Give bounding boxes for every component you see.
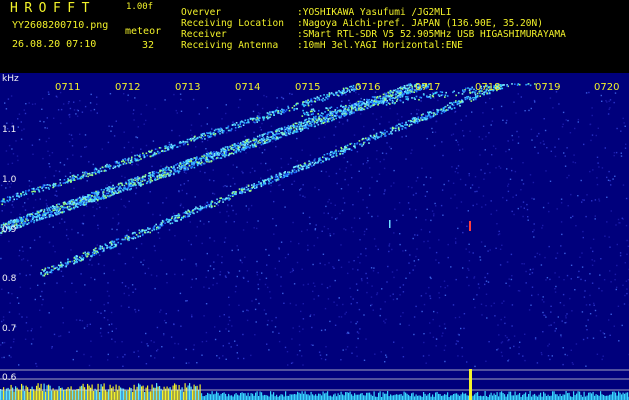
noise-dots xyxy=(0,91,629,368)
info-label-antenna: Receiving Antenna xyxy=(181,40,279,51)
x-tick-label: 0719 xyxy=(535,82,561,93)
info-value-observer: :YOSHIKAWA Yasufumi /JG2MLI xyxy=(297,7,452,18)
spectrogram-panel: kHz 1.1 1.0 0.9 0.8 0.7 0.6 0711 0712 07… xyxy=(0,73,629,400)
app-logo: HROFFT xyxy=(10,1,96,16)
x-tick-label: 0711 xyxy=(55,82,81,93)
info-value-receiver: :SMart RTL-SDR V5 52.905MHz USB HIGASHIM… xyxy=(297,29,566,40)
y-tick-label: 1.0 xyxy=(2,175,17,185)
version-label: 1.00f xyxy=(126,2,154,12)
x-tick-label: 0716 xyxy=(355,82,381,93)
info-value-location: :Nagoya Aichi-pref. JAPAN (136.90E, 35.2… xyxy=(297,18,543,29)
blip-marker xyxy=(469,221,471,231)
filename-label: YY2608200710.png xyxy=(12,20,109,31)
x-tick-label: 0713 xyxy=(175,82,201,93)
y-axis-unit: kHz xyxy=(2,74,19,84)
info-label-receiver: Receiver xyxy=(181,29,227,40)
x-tick-label: 0712 xyxy=(115,82,141,93)
x-tick-label: 0718 xyxy=(475,82,501,93)
meteor-spike xyxy=(469,369,472,400)
datetime-label: 26.08.20 07:10 xyxy=(12,39,97,50)
meteor-label: meteor xyxy=(125,26,162,37)
info-label-location: Receiving Location xyxy=(181,18,284,29)
header-panel: HROFFT 1.00f YY2608200710.png 26.08.20 0… xyxy=(0,0,629,73)
x-tick-label: 0715 xyxy=(295,82,321,93)
y-tick-label: 0.9 xyxy=(2,225,17,235)
info-value-antenna: :10mH 3el.YAGI Horizontal:ENE xyxy=(297,40,463,51)
y-tick-label: 0.8 xyxy=(2,274,17,284)
y-tick-label: 0.7 xyxy=(2,324,17,334)
x-tick-label: 0717 xyxy=(415,82,441,93)
y-tick-label: 1.1 xyxy=(2,125,17,135)
y-tick-label: 0.6 xyxy=(2,373,17,383)
x-tick-label: 0720 xyxy=(594,82,620,93)
signal-level-bars xyxy=(0,383,629,400)
meteor-count: 32 xyxy=(142,40,155,51)
blip-marker-small xyxy=(389,220,391,228)
info-label-observer: Overver xyxy=(181,7,222,18)
x-tick-label: 0714 xyxy=(235,82,261,93)
spectrogram-canvas xyxy=(0,83,629,400)
